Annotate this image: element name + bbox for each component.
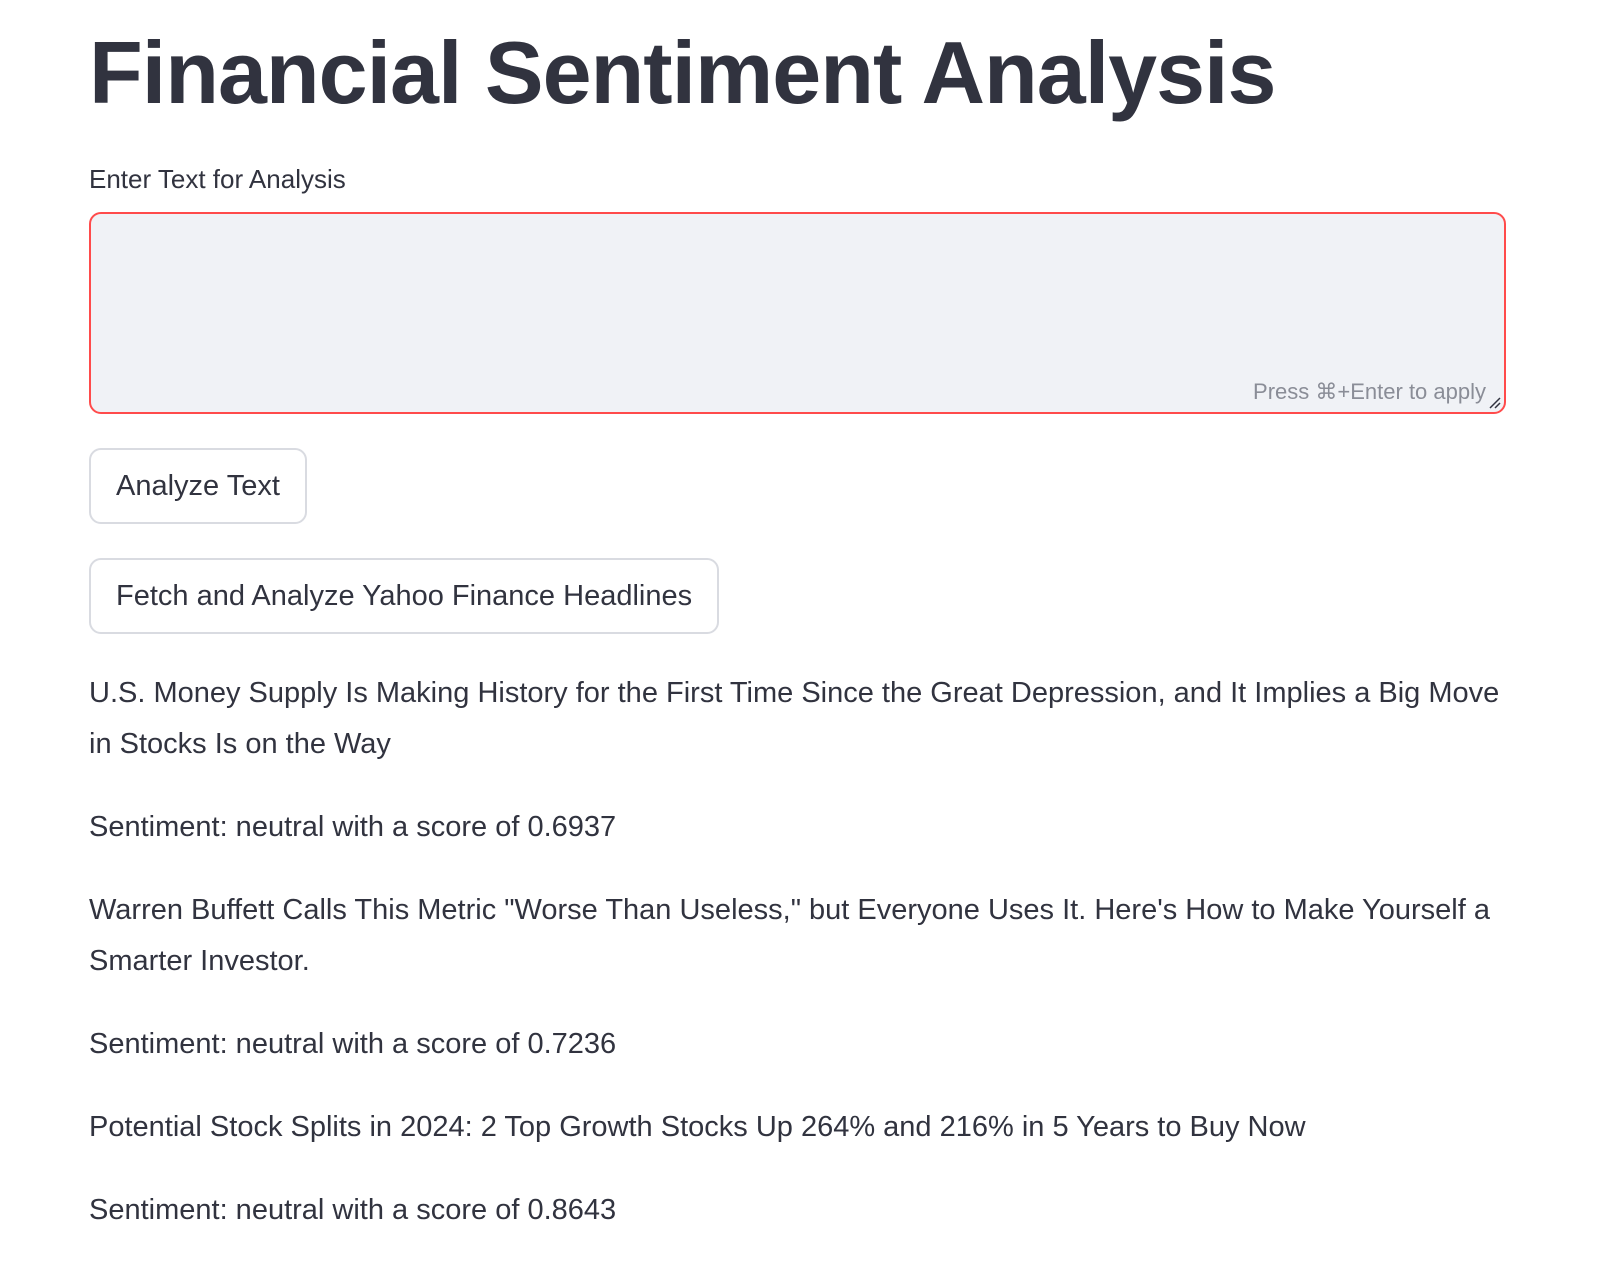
page-title: Financial Sentiment Analysis [89,23,1276,122]
headline-text: U.S. Money Supply Is Making History for … [89,677,1500,760]
apply-hint: Press ⌘+Enter to apply [1253,379,1486,404]
headline-text: Potential Stock Splits in 2024: 2 Top Gr… [89,1111,1306,1143]
text-input-container[interactable]: Press ⌘+Enter to apply [89,212,1506,414]
resize-handle-icon[interactable] [1487,395,1501,409]
sentiment-text: Sentiment: neutral with a score of 0.693… [89,811,617,843]
sentiment-text: Sentiment: neutral with a score of 0.864… [89,1194,617,1226]
result-item: Warren Buffett Calls This Metric "Worse … [89,885,1509,1070]
results-list: U.S. Money Supply Is Making History for … [89,668,1509,1268]
fetch-headlines-button[interactable]: Fetch and Analyze Yahoo Finance Headline… [89,558,720,634]
analyze-text-button[interactable]: Analyze Text [89,448,307,524]
app-main: Financial Sentiment Analysis Enter Text … [0,0,1620,1268]
sentiment-text: Sentiment: neutral with a score of 0.723… [89,1028,617,1060]
headline-text: Warren Buffett Calls This Metric "Worse … [89,894,1490,977]
result-item: U.S. Money Supply Is Making History for … [89,668,1509,853]
text-input-label: Enter Text for Analysis [89,164,346,194]
result-item: Potential Stock Splits in 2024: 2 Top Gr… [89,1102,1509,1236]
